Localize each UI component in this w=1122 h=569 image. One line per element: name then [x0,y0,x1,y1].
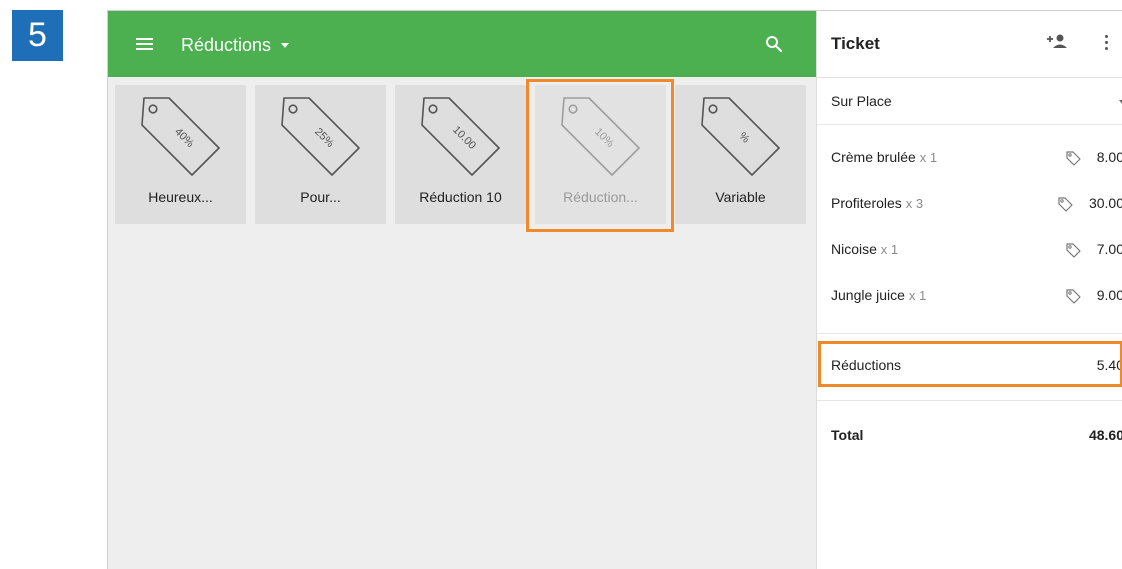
chevron-down-icon [281,42,290,48]
discount-tile[interactable]: % Variable [675,85,806,224]
discount-label: Pour... [300,189,341,205]
item-price: 8.00 [1096,149,1122,165]
discount-label: Variable [715,189,766,205]
price-tag-icon [1066,243,1081,258]
item-qty: x 1 [919,150,938,165]
item-name: Nicoise x 1 [831,241,898,257]
price-tag-icon [1058,197,1073,212]
item-price: 9.00 [1096,287,1122,303]
item-price: 7.00 [1096,241,1122,257]
item-qty: x 1 [908,288,927,303]
total-label: Total [831,427,864,443]
ticket-panel: Ticket Sur Place Crème brulée x 1 8.00 P… [816,11,1122,569]
ticket-line-item[interactable]: Profiteroles x 3 30.00 [817,181,1122,227]
total-row: Total 48.60 [817,415,1122,455]
total-value: 48.60 [1088,427,1122,443]
tag-text: 40% [172,126,196,150]
item-name-text: Jungle juice [831,287,905,303]
item-name-text: Crème brulée [831,149,916,165]
selected-tile-highlight [526,79,674,232]
ticket-line-item[interactable]: Jungle juice x 1 9.00 [817,273,1122,319]
category-label: Réductions [181,34,272,55]
price-tag-icon [1066,151,1081,166]
item-name-text: Profiteroles [831,195,902,211]
add-customer-icon[interactable] [1046,33,1068,49]
search-icon[interactable] [764,34,784,54]
ticket-line-item[interactable]: Crème brulée x 1 8.00 [817,135,1122,181]
item-price: 30.00 [1088,195,1122,211]
top-toolbar: Réductions [108,11,816,77]
price-tag-icon: 40% [141,97,220,176]
price-tag-icon [1066,289,1081,304]
item-name: Crème brulée x 1 [831,149,937,165]
menu-icon[interactable] [136,38,153,51]
discounts-row-highlight [818,341,1122,387]
discount-tile[interactable]: 25% Pour... [255,85,386,224]
tag-text: % [736,130,752,146]
item-qty: x 3 [905,196,924,211]
discount-tile[interactable]: 10.00 Réduction 10 [395,85,526,224]
price-tag-icon: 10.00 [421,97,500,176]
pos-app-window: Réductions 40% Heureux... 25% Pour... 10… [107,10,1122,569]
divider [817,333,1122,334]
discount-label: Heureux... [148,189,213,205]
ticket-header: Ticket [817,11,1122,78]
item-name: Profiteroles x 3 [831,195,923,211]
more-vert-icon[interactable] [1105,35,1109,51]
ticket-line-item[interactable]: Nicoise x 1 7.00 [817,227,1122,273]
tag-text: 10.00 [450,124,478,152]
item-qty: x 1 [880,242,899,257]
item-name-text: Nicoise [831,241,877,257]
divider [817,400,1122,401]
dining-option-dropdown[interactable]: Sur Place [817,78,1122,125]
item-name: Jungle juice x 1 [831,287,926,303]
tag-text: 25% [312,126,336,150]
price-tag-icon: % [701,97,780,176]
dining-option-value: Sur Place [831,93,892,109]
category-dropdown[interactable]: Réductions [181,33,290,57]
discount-label: Réduction 10 [419,189,502,205]
discount-tile[interactable]: 40% Heureux... [115,85,246,224]
price-tag-icon: 25% [281,97,360,176]
step-number-badge: 5 [12,10,63,61]
ticket-title: Ticket [831,34,880,53]
